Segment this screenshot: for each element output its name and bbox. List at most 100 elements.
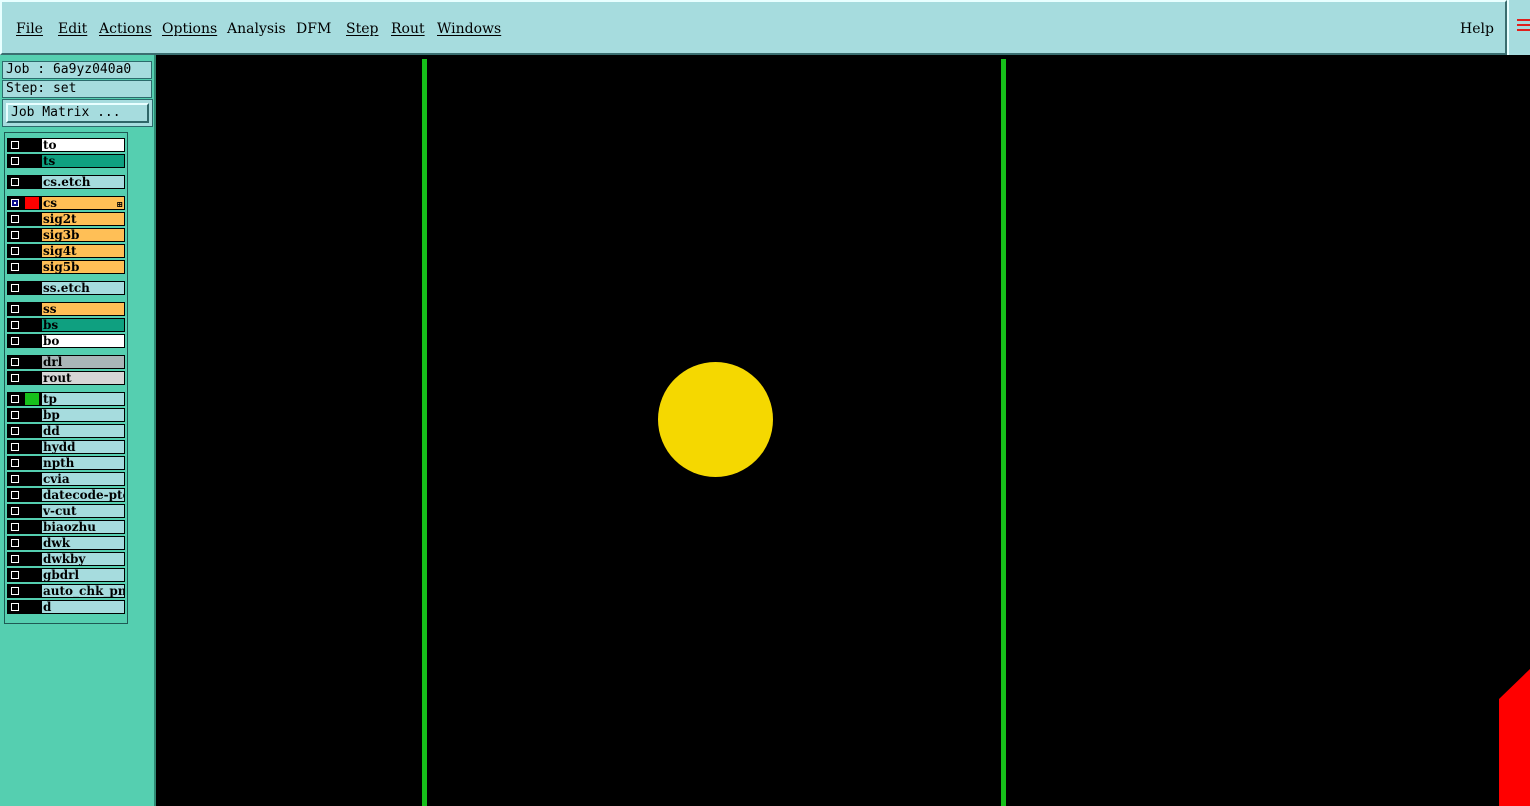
layer-row[interactable]: dwk <box>7 536 125 550</box>
layer-name[interactable]: cs.etch <box>41 175 125 189</box>
layer-checkbox[interactable] <box>11 603 19 611</box>
layer-checkbox[interactable] <box>11 157 19 165</box>
menu-rout[interactable]: Rout <box>391 21 425 37</box>
layer-checkbox[interactable] <box>11 247 19 255</box>
layer-row[interactable]: bp <box>7 408 125 422</box>
layer-name[interactable]: tp <box>41 392 125 406</box>
layer-checkbox[interactable] <box>11 321 19 329</box>
layer-checkbox[interactable] <box>11 199 19 207</box>
layer-row[interactable]: dwkby <box>7 552 125 566</box>
layer-checkbox[interactable] <box>11 305 19 313</box>
layer-row[interactable]: to <box>7 138 125 152</box>
layer-name[interactable]: sig3b <box>41 228 125 242</box>
layer-checkbox[interactable] <box>11 141 19 149</box>
layer-name[interactable]: ss <box>41 302 125 316</box>
layer-row[interactable]: sig4t <box>7 244 125 258</box>
layer-row[interactable]: npth <box>7 456 125 470</box>
layer-display-color[interactable] <box>25 393 39 405</box>
layer-row[interactable]: sig5b <box>7 260 125 274</box>
layer-name[interactable]: npth <box>41 456 125 470</box>
layer-name[interactable]: dd <box>41 424 125 438</box>
layer-name[interactable]: sig5b <box>41 260 125 274</box>
layer-checkbox[interactable] <box>11 337 19 345</box>
menu-step[interactable]: Step <box>346 21 378 37</box>
layer-checkbox[interactable] <box>11 523 19 531</box>
layer-name[interactable]: cs ⊞ <box>41 196 125 210</box>
layer-name[interactable]: to <box>41 138 125 152</box>
layer-name[interactable]: auto_chk_pnl <box>41 584 125 598</box>
layer-checkbox[interactable] <box>11 555 19 563</box>
layer-name[interactable]: ts <box>41 154 125 168</box>
layer-row[interactable]: drl <box>7 355 125 369</box>
layer-checkbox[interactable] <box>11 539 19 547</box>
layer-checkbox[interactable] <box>11 395 19 403</box>
menu-windows[interactable]: Windows <box>437 21 501 37</box>
menu-edit[interactable]: Edit <box>58 21 87 37</box>
layer-checkbox[interactable] <box>11 178 19 186</box>
menu-analysis[interactable]: Analysis <box>227 21 286 37</box>
layer-name[interactable]: hydd <box>41 440 125 454</box>
layer-row[interactable]: bs <box>7 318 125 332</box>
layer-row[interactable]: datecode-pte <box>7 488 125 502</box>
layer-row[interactable]: cvia <box>7 472 125 486</box>
graphics-canvas[interactable] <box>156 55 1530 806</box>
layer-checkbox[interactable] <box>11 411 19 419</box>
layer-row[interactable]: d <box>7 600 125 614</box>
layer-name[interactable]: ss.etch <box>41 281 125 295</box>
layer-checkbox[interactable] <box>11 443 19 451</box>
layer-name[interactable]: d <box>41 600 125 614</box>
layer-name[interactable]: biaozhu <box>41 520 125 534</box>
layer-name[interactable]: sig2t <box>41 212 125 226</box>
layer-checkbox[interactable] <box>11 475 19 483</box>
layer-row[interactable]: v-cut <box>7 504 125 518</box>
layer-name[interactable]: gbdrl <box>41 568 125 582</box>
layer-row[interactable]: gbdrl <box>7 568 125 582</box>
layer-name[interactable]: dwk <box>41 536 125 550</box>
layer-name[interactable]: cvia <box>41 472 125 486</box>
trace-line-left <box>422 59 427 806</box>
layer-checkbox[interactable] <box>11 491 19 499</box>
layer-checkbox[interactable] <box>11 231 19 239</box>
layer-row[interactable]: auto_chk_pnl <box>7 584 125 598</box>
layer-checkbox[interactable] <box>11 571 19 579</box>
layer-checkbox[interactable] <box>11 284 19 292</box>
layer-name[interactable]: datecode-pte <box>41 488 125 502</box>
layer-row[interactable]: ts <box>7 154 125 168</box>
layer-name[interactable]: bp <box>41 408 125 422</box>
layer-row[interactable]: biaozhu <box>7 520 125 534</box>
layer-name[interactable]: bs <box>41 318 125 332</box>
layer-checkbox[interactable] <box>11 507 19 515</box>
layer-row[interactable]: sig2t <box>7 212 125 226</box>
layer-row[interactable]: ss <box>7 302 125 316</box>
layer-row[interactable]: cs ⊞ <box>7 196 125 210</box>
layer-row[interactable]: rout <box>7 371 125 385</box>
layer-checkbox[interactable] <box>11 374 19 382</box>
menu-help[interactable]: Help <box>1460 21 1494 37</box>
layer-row[interactable]: dd <box>7 424 125 438</box>
layer-name[interactable]: v-cut <box>41 504 125 518</box>
layer-name[interactable]: drl <box>41 355 125 369</box>
toolbar-toggle-button[interactable] <box>1507 0 1530 55</box>
menu-options[interactable]: Options <box>162 21 217 37</box>
layer-row[interactable]: bo <box>7 334 125 348</box>
layer-row[interactable]: ss.etch <box>7 281 125 295</box>
layer-row[interactable]: tp <box>7 392 125 406</box>
menu-file[interactable]: File <box>16 21 43 37</box>
layer-row[interactable]: hydd <box>7 440 125 454</box>
layer-checkbox[interactable] <box>11 215 19 223</box>
job-matrix-button[interactable]: Job Matrix ... <box>6 103 149 123</box>
layer-name[interactable]: sig4t <box>41 244 125 258</box>
layer-checkbox[interactable] <box>11 427 19 435</box>
layer-checkbox[interactable] <box>11 459 19 467</box>
menu-dfm[interactable]: DFM <box>296 21 331 37</box>
layer-row[interactable]: cs.etch <box>7 175 125 189</box>
layer-checkbox[interactable] <box>11 587 19 595</box>
layer-checkbox[interactable] <box>11 263 19 271</box>
menu-actions[interactable]: Actions <box>99 21 152 37</box>
layer-name[interactable]: dwkby <box>41 552 125 566</box>
layer-row[interactable]: sig3b <box>7 228 125 242</box>
layer-checkbox[interactable] <box>11 358 19 366</box>
layer-name[interactable]: rout <box>41 371 125 385</box>
layer-name[interactable]: bo <box>41 334 125 348</box>
layer-display-color[interactable] <box>25 197 39 209</box>
